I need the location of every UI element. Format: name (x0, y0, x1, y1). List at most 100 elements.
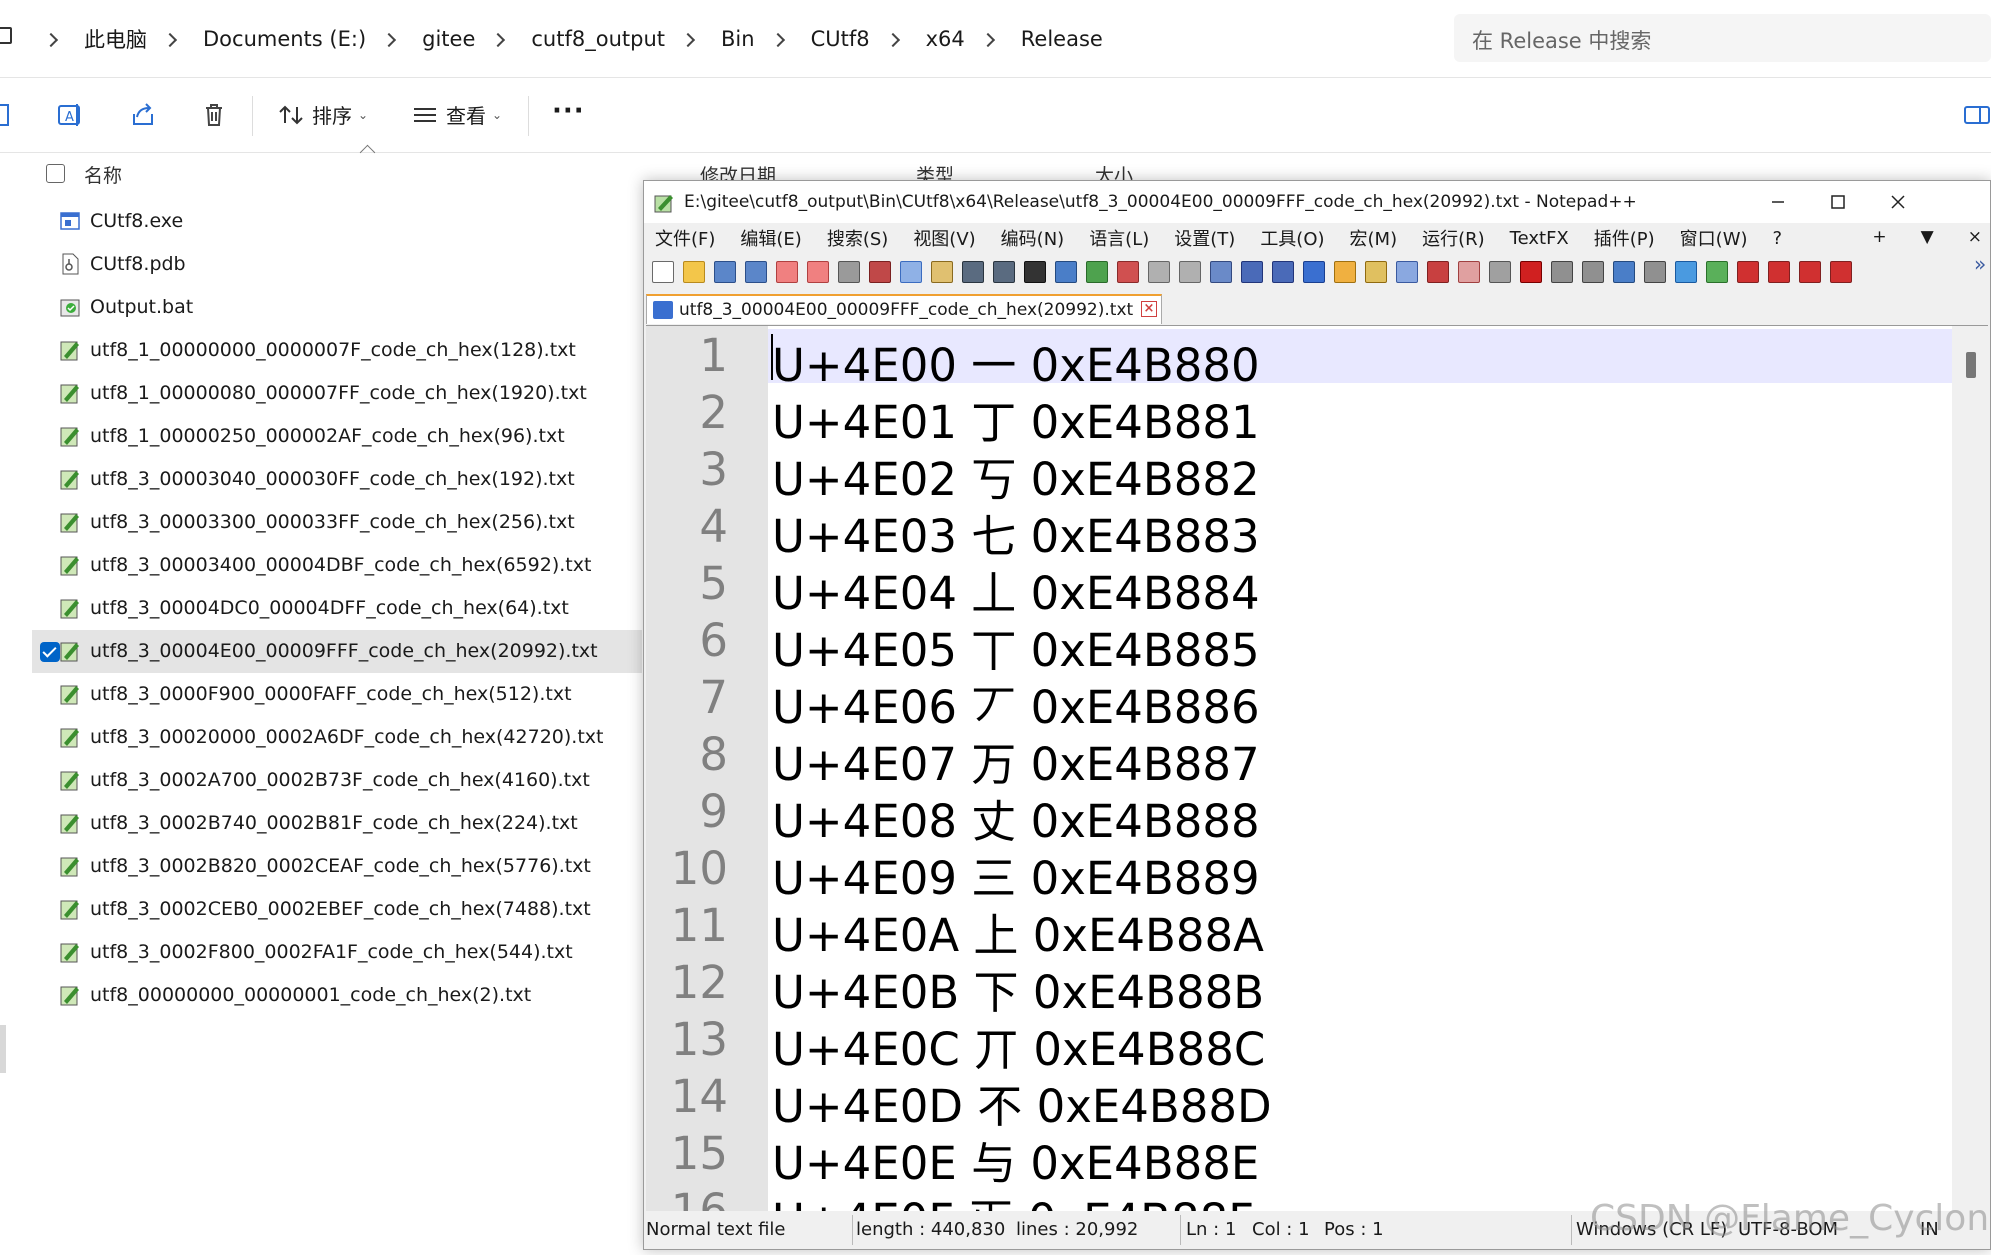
paste-icon[interactable] (0, 100, 16, 130)
breadcrumb-item[interactable]: x64 (926, 27, 965, 51)
file-row[interactable]: utf8_3_0002CEB0_0002EBEF_code_ch_hex(748… (32, 888, 642, 931)
breadcrumb-item[interactable]: Bin (721, 27, 755, 51)
last-bookmark-icon[interactable] (1830, 261, 1852, 283)
file-row[interactable]: utf8_1_00000080_000007FF_code_ch_hex(192… (32, 372, 642, 415)
indent-guide-icon[interactable] (1272, 261, 1294, 283)
word-wrap-icon[interactable] (1210, 261, 1232, 283)
close-file-icon[interactable] (776, 261, 798, 283)
file-row[interactable]: utf8_3_0002F800_0002FA1F_code_ch_hex(544… (32, 931, 642, 974)
title-bar[interactable]: E:\gitee\cutf8_output\Bin\CUtf8\x64\Rele… (644, 181, 1990, 223)
eye-icon[interactable] (1489, 261, 1511, 283)
details-pane-icon[interactable] (1962, 100, 1991, 130)
menu-item[interactable]: 窗口(W) (1680, 225, 1748, 251)
breadcrumb-item[interactable]: cutf8_output (531, 27, 665, 51)
chevron-right-icon[interactable] (382, 32, 396, 46)
plugin-b-icon[interactable] (1706, 261, 1728, 283)
folder-as-workspace-icon[interactable] (1396, 261, 1418, 283)
zoom-in-icon[interactable] (1086, 261, 1108, 283)
replace-icon[interactable] (1055, 261, 1077, 283)
breadcrumb-item[interactable]: 此电脑 (84, 24, 147, 54)
close-all-icon[interactable] (807, 261, 829, 283)
menu-item[interactable]: 搜索(S) (827, 225, 888, 251)
save-icon[interactable] (714, 261, 736, 283)
column-name[interactable]: 名称 (84, 161, 122, 188)
stop-macro-icon[interactable] (1551, 261, 1573, 283)
menu-item[interactable]: 编辑(E) (740, 225, 801, 251)
plugin-a-icon[interactable] (1675, 261, 1697, 283)
more-options-button[interactable]: ··· (552, 96, 585, 126)
open-file-icon[interactable] (683, 261, 705, 283)
minimize-icon[interactable] (1764, 189, 1792, 215)
delete-icon[interactable] (199, 100, 229, 130)
menu-right-button[interactable]: × (1968, 227, 1982, 247)
menu-item[interactable]: 插件(P) (1594, 225, 1655, 251)
menu-item[interactable]: 视图(V) (913, 225, 975, 251)
menu-item[interactable]: 文件(F) (655, 225, 715, 251)
scrollbar-thumb[interactable] (1966, 352, 1976, 378)
tab-close-icon[interactable]: × (1141, 301, 1157, 317)
file-row[interactable]: utf8_3_0002B740_0002B81F_code_ch_hex(224… (32, 802, 642, 845)
menu-right-button[interactable]: + (1872, 227, 1886, 247)
chevron-right-icon[interactable] (681, 32, 695, 46)
sync-vertical-icon[interactable] (1148, 261, 1170, 283)
breadcrumb-item[interactable]: Release (1021, 27, 1103, 51)
tab-document[interactable]: utf8_3_00004E00_00009FFF_code_ch_hex(209… (646, 294, 1162, 324)
menu-item[interactable]: 语言(L) (1089, 225, 1149, 251)
prev-bookmark-icon[interactable] (1768, 261, 1790, 283)
file-row[interactable]: utf8_00000000_00000001_code_ch_hex(2).tx… (32, 974, 642, 1017)
menu-item[interactable]: 运行(R) (1422, 225, 1485, 251)
file-row[interactable]: CUtf8.pdb (32, 243, 642, 286)
maximize-icon[interactable] (1824, 189, 1852, 215)
new-file-icon[interactable] (652, 261, 674, 283)
menu-item[interactable]: ? (1773, 228, 1783, 249)
record-macro-icon[interactable] (1520, 261, 1542, 283)
sync-horizontal-icon[interactable] (1179, 261, 1201, 283)
chevron-right-icon[interactable] (491, 32, 505, 46)
menu-right-button[interactable]: ▼ (1921, 227, 1934, 247)
toolbar-overflow-icon[interactable]: » (1974, 252, 1986, 276)
doc-map-icon[interactable] (1334, 261, 1356, 283)
find-icon[interactable] (1024, 261, 1046, 283)
breadcrumb-item[interactable]: CUtf8 (811, 27, 870, 51)
rename-icon[interactable]: A (55, 100, 85, 130)
undo-icon[interactable] (962, 261, 984, 283)
play-macro-icon[interactable] (1582, 261, 1604, 283)
breadcrumb-item[interactable]: gitee (422, 27, 475, 51)
menu-item[interactable]: 设置(T) (1174, 225, 1235, 251)
select-all-checkbox[interactable] (46, 164, 65, 183)
editor-area[interactable]: 1 U+4E00 一 0xE4B880 2 U+4E01 丁 0xE4B881 3 U+4… (646, 325, 1988, 1212)
copy-icon[interactable] (900, 261, 922, 283)
file-row[interactable]: utf8_3_00003400_00004DBF_code_ch_hex(659… (32, 544, 642, 587)
menu-item[interactable]: 宏(M) (1350, 225, 1398, 251)
menu-item[interactable]: 工具(O) (1260, 225, 1324, 251)
first-bookmark-icon[interactable] (1737, 261, 1759, 283)
file-row[interactable]: utf8_3_00004E00_00009FFF_code_ch_hex(209… (32, 630, 642, 673)
paste-icon[interactable] (931, 261, 953, 283)
file-row[interactable]: CUtf8.exe (32, 200, 642, 243)
print-icon[interactable] (838, 261, 860, 283)
view-button[interactable]: 查看 ⌄ (412, 100, 502, 129)
chevron-right-icon[interactable] (981, 32, 995, 46)
chevron-right-icon[interactable] (44, 32, 58, 46)
udl-icon[interactable] (1303, 261, 1325, 283)
file-row[interactable]: utf8_3_00020000_0002A6DF_code_ch_hex(427… (32, 716, 642, 759)
function-list-icon[interactable] (1365, 261, 1387, 283)
vertical-scrollbar[interactable] (1952, 326, 1988, 1212)
chevron-right-icon[interactable] (163, 32, 177, 46)
file-row[interactable]: utf8_3_0002A700_0002B73F_code_ch_hex(416… (32, 759, 642, 802)
file-row[interactable]: Output.bat (32, 286, 642, 329)
breadcrumb-item[interactable]: Documents (E:) (203, 27, 366, 51)
sort-button[interactable]: 排序 ⌄ (278, 100, 368, 129)
redo-icon[interactable] (993, 261, 1015, 283)
share-icon[interactable] (128, 100, 158, 130)
address-bar[interactable]: 此电脑 Documents (E:) gitee cutf8_output Bin CUt… (0, 0, 1991, 78)
menu-item[interactable]: 编码(N) (1001, 225, 1065, 251)
row-checkbox-checked[interactable] (40, 642, 60, 662)
monitor-icon[interactable] (1427, 261, 1449, 283)
show-all-chars-icon[interactable] (1241, 261, 1263, 283)
zoom-out-icon[interactable] (1117, 261, 1139, 283)
close-icon[interactable] (1884, 189, 1912, 215)
run-macro-multiple-icon[interactable] (1613, 261, 1635, 283)
file-row[interactable]: utf8_1_00000250_000002AF_code_ch_hex(96)… (32, 415, 642, 458)
cut-icon[interactable] (869, 261, 891, 283)
